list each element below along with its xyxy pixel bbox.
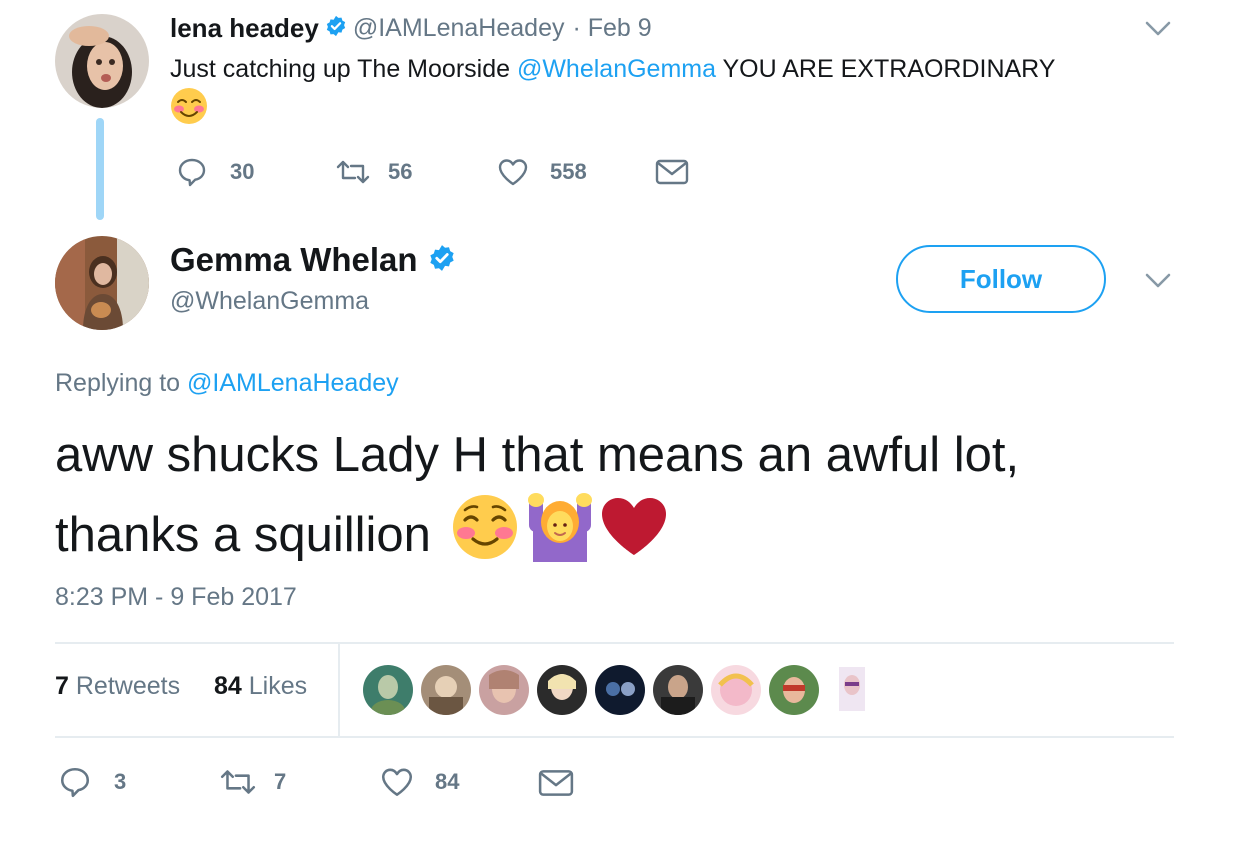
parent-tweet-text: Just catching up The Moorside @WhelanGem…: [170, 52, 1180, 86]
reply-icon: [176, 156, 208, 188]
parent-retweet-count: 56: [388, 159, 413, 184]
liker-avatar[interactable]: [827, 665, 877, 715]
red-heart-icon: [599, 495, 669, 574]
parent-reply-action[interactable]: 30: [176, 156, 254, 188]
person-raising-hands-icon: [525, 492, 595, 577]
liker-avatar[interactable]: [421, 665, 471, 715]
parent-reply-count: 30: [230, 159, 255, 184]
liker-avatar[interactable]: [595, 665, 645, 715]
liker-avatar[interactable]: [479, 665, 529, 715]
main-tweet-text-line-2-text: thanks a squillion: [55, 507, 431, 562]
reply-icon: [58, 765, 92, 799]
tweet-timestamp[interactable]: 8:23 PM - 9 Feb 2017: [55, 583, 297, 612]
main-direct-message-action[interactable]: [538, 768, 574, 798]
main-tweet-author: Gemma Whelan: [170, 238, 456, 282]
liker-avatar[interactable]: [711, 665, 761, 715]
main-like-count: 84: [435, 769, 460, 794]
stats-vertical-divider: [338, 644, 340, 736]
main-retweet-count: 7: [274, 769, 287, 794]
envelope-icon: [655, 158, 689, 186]
liker-avatar[interactable]: [653, 665, 703, 715]
parent-text-before: Just catching up The Moorside: [170, 55, 517, 83]
heart-icon: [496, 156, 530, 188]
gemma-whelan-avatar[interactable]: [55, 236, 149, 330]
main-like-action[interactable]: 84: [379, 765, 459, 799]
parent-tweet-date[interactable]: · Feb 9: [572, 14, 651, 43]
main-tweet-text-line-2: thanks a squillion: [55, 492, 669, 577]
likes-number: 84: [214, 672, 242, 700]
follow-button[interactable]: Follow: [896, 245, 1106, 313]
parent-chevron-down-icon[interactable]: [1144, 16, 1172, 45]
retweet-icon: [218, 765, 258, 799]
main-author-handle[interactable]: @WhelanGemma: [170, 287, 369, 316]
parent-retweet-action[interactable]: 56: [334, 156, 412, 188]
liker-avatar[interactable]: [537, 665, 587, 715]
lena-headey-avatar[interactable]: [55, 14, 149, 108]
verified-badge-icon: [428, 244, 456, 277]
parent-direct-message-action[interactable]: [655, 158, 689, 186]
liker-avatar[interactable]: [363, 665, 413, 715]
retweets-number: 7: [55, 672, 69, 700]
main-author-name[interactable]: Gemma Whelan: [170, 241, 418, 279]
smiling-face-with-closed-eyes-icon: [451, 493, 519, 576]
replying-to-label: Replying to: [55, 369, 188, 397]
main-retweet-action[interactable]: 7: [218, 765, 286, 799]
retweets-stat[interactable]: 7 Retweets: [55, 672, 180, 701]
envelope-icon: [538, 768, 574, 798]
thread-line: [96, 118, 104, 220]
liker-avatar[interactable]: [769, 665, 819, 715]
replying-to-line: Replying to @IAMLenaHeadey: [55, 369, 399, 398]
parent-mention-link[interactable]: @WhelanGemma: [517, 55, 716, 83]
likes-label: Likes: [248, 672, 308, 700]
likes-stat[interactable]: 84 Likes: [214, 672, 307, 701]
parent-tweet-header: lena headey @IAMLenaHeadey · Feb 9: [170, 10, 652, 46]
replying-to-handle-link[interactable]: @IAMLenaHeadey: [187, 369, 399, 397]
divider-top: [55, 642, 1174, 644]
divider-bottom: [55, 736, 1174, 738]
main-reply-action[interactable]: 3: [58, 765, 126, 799]
verified-badge-icon: [325, 15, 347, 42]
retweet-icon: [334, 156, 372, 188]
parent-like-action[interactable]: 558: [496, 156, 587, 188]
parent-author-name[interactable]: lena headey: [170, 13, 319, 44]
main-reply-count: 3: [114, 769, 127, 794]
main-chevron-down-icon[interactable]: [1144, 268, 1172, 297]
retweets-label: Retweets: [75, 672, 181, 700]
smiling-face-with-blush-icon: [170, 87, 208, 130]
heart-icon: [379, 765, 415, 799]
parent-like-count: 558: [550, 159, 587, 184]
parent-author-handle[interactable]: @IAMLenaHeadey: [353, 14, 565, 43]
parent-text-after: YOU ARE EXTRAORDINARY: [716, 55, 1056, 83]
main-tweet-text-line-1: aww shucks Lady H that means an awful lo…: [55, 428, 1020, 482]
